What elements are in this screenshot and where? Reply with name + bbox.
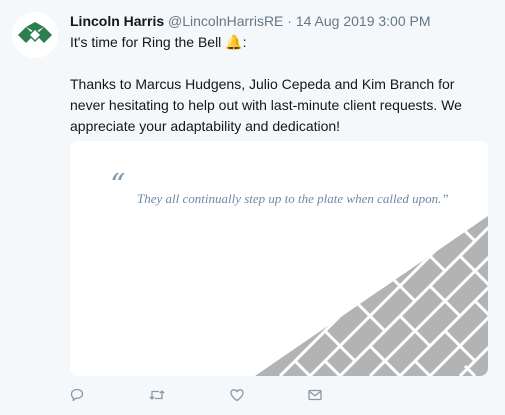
- tweet-intro-colon: :: [242, 34, 247, 50]
- reply-icon: [70, 388, 84, 402]
- quote-mark: “: [110, 168, 126, 203]
- brick-pattern-graphic: [255, 216, 488, 376]
- tweet-paragraph: Thanks to Marcus Hudgens, Julio Cepeda a…: [70, 76, 462, 134]
- like-icon: [230, 389, 244, 402]
- tweet-actions: [70, 385, 330, 405]
- card-quote: They all continually step up to the plat…: [137, 191, 449, 206]
- tweet[interactable]: Lincoln Harris @LincolnHarrisRE · 14 Aug…: [0, 0, 505, 415]
- author-name[interactable]: Lincoln Harris: [70, 13, 164, 29]
- media-card[interactable]: “ They all continually step up to the pl…: [70, 141, 488, 376]
- author-handle[interactable]: @LincolnHarrisRE: [168, 13, 283, 29]
- message-icon: [308, 389, 322, 401]
- like-button[interactable]: [227, 385, 247, 405]
- tweet-text: It's time for Ring the Bell 🔔: Thanks to…: [70, 32, 490, 137]
- lincoln-harris-logo-icon: [12, 12, 58, 58]
- tweet-intro-line: It's time for Ring the Bell 🔔:: [70, 32, 490, 53]
- reply-button[interactable]: [67, 385, 87, 405]
- header-separator: ·: [287, 13, 292, 29]
- retweet-button[interactable]: [147, 385, 167, 405]
- message-button[interactable]: [305, 385, 325, 405]
- retweet-icon: [149, 390, 165, 400]
- tweet-intro-text: It's time for Ring the Bell: [70, 34, 226, 50]
- avatar[interactable]: [12, 12, 58, 58]
- bell-emoji-icon: 🔔: [225, 34, 243, 50]
- tweet-header: Lincoln Harris @LincolnHarrisRE · 14 Aug…: [70, 12, 497, 30]
- tweet-timestamp[interactable]: 14 Aug 2019 3:00 PM: [296, 13, 431, 29]
